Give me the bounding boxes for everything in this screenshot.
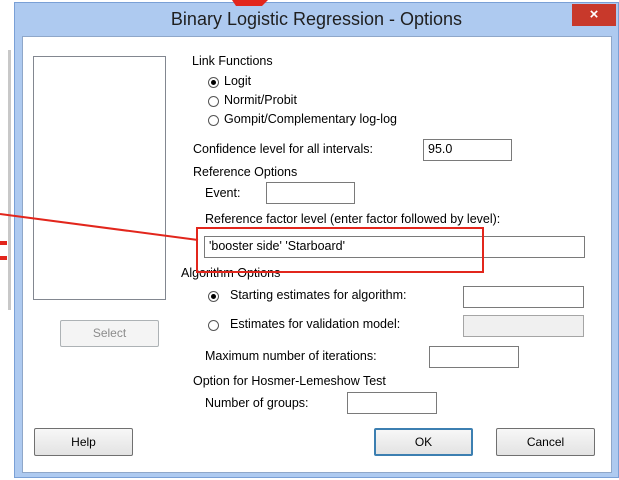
annotation-top-mark: [232, 0, 268, 6]
annotation-pointer-line: [0, 213, 199, 241]
annotation-overlay: [0, 0, 268, 260]
